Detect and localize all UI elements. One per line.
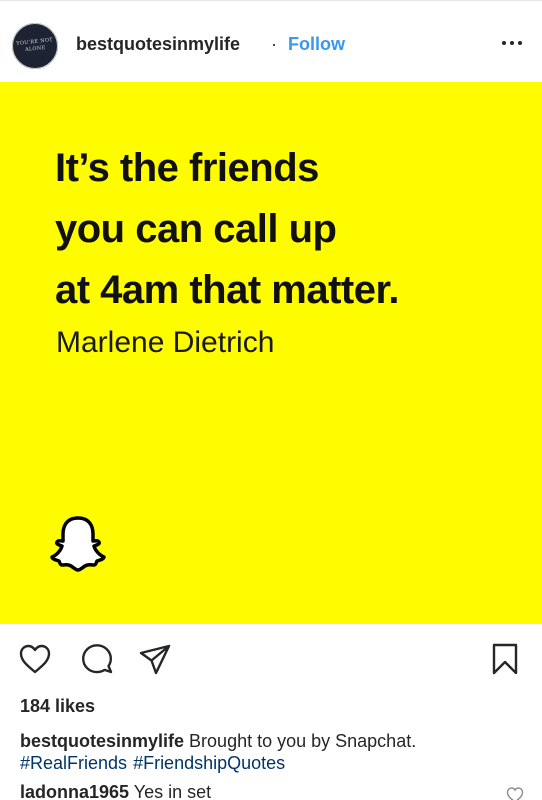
- hashtag-list: #RealFriends #FriendshipQuotes: [20, 753, 291, 774]
- snapchat-ghost-icon: [50, 516, 106, 572]
- comment-username[interactable]: ladonna1965: [20, 782, 129, 800]
- follow-button[interactable]: Follow: [288, 34, 345, 55]
- quote-line: you can call up: [55, 207, 337, 251]
- avatar[interactable]: YOU'RE NOT ALONE: [12, 23, 58, 69]
- share-icon[interactable]: [138, 642, 172, 676]
- more-dot: [510, 41, 514, 45]
- quote-text: It’s the friends you can call up at 4am …: [55, 138, 525, 321]
- quote-line: It’s the friends: [55, 146, 319, 190]
- more-dot: [518, 41, 522, 45]
- comment-text: Yes in set: [133, 782, 212, 800]
- likes-count[interactable]: 184 likes: [20, 696, 95, 717]
- quote-line: at 4am that matter.: [55, 268, 399, 312]
- post-image[interactable]: It’s the friends you can call up at 4am …: [0, 82, 542, 624]
- more-options-icon[interactable]: [496, 31, 528, 55]
- comment-like-icon[interactable]: [506, 786, 524, 800]
- post-header: YOU'RE NOT ALONE bestquotesinmylife · Fo…: [0, 0, 542, 82]
- comment-icon[interactable]: [80, 642, 114, 676]
- hashtag-link[interactable]: #RealFriends: [20, 753, 127, 773]
- caption: bestquotesinmylife Brought to you by Sna…: [20, 730, 530, 753]
- caption-username[interactable]: bestquotesinmylife: [20, 731, 184, 751]
- more-dot: [502, 41, 506, 45]
- heart-icon[interactable]: [18, 642, 52, 676]
- username[interactable]: bestquotesinmylife: [76, 34, 240, 55]
- quote-author: Marlene Dietrich: [56, 326, 275, 359]
- hashtag-link[interactable]: #FriendshipQuotes: [133, 753, 285, 773]
- action-bar: [0, 624, 542, 694]
- caption-text: Brought to you by Snapchat.: [189, 731, 417, 751]
- comment-row: ladonna1965 Yes in set: [20, 782, 520, 800]
- bookmark-icon[interactable]: [488, 642, 522, 676]
- separator-dot: ·: [271, 34, 277, 54]
